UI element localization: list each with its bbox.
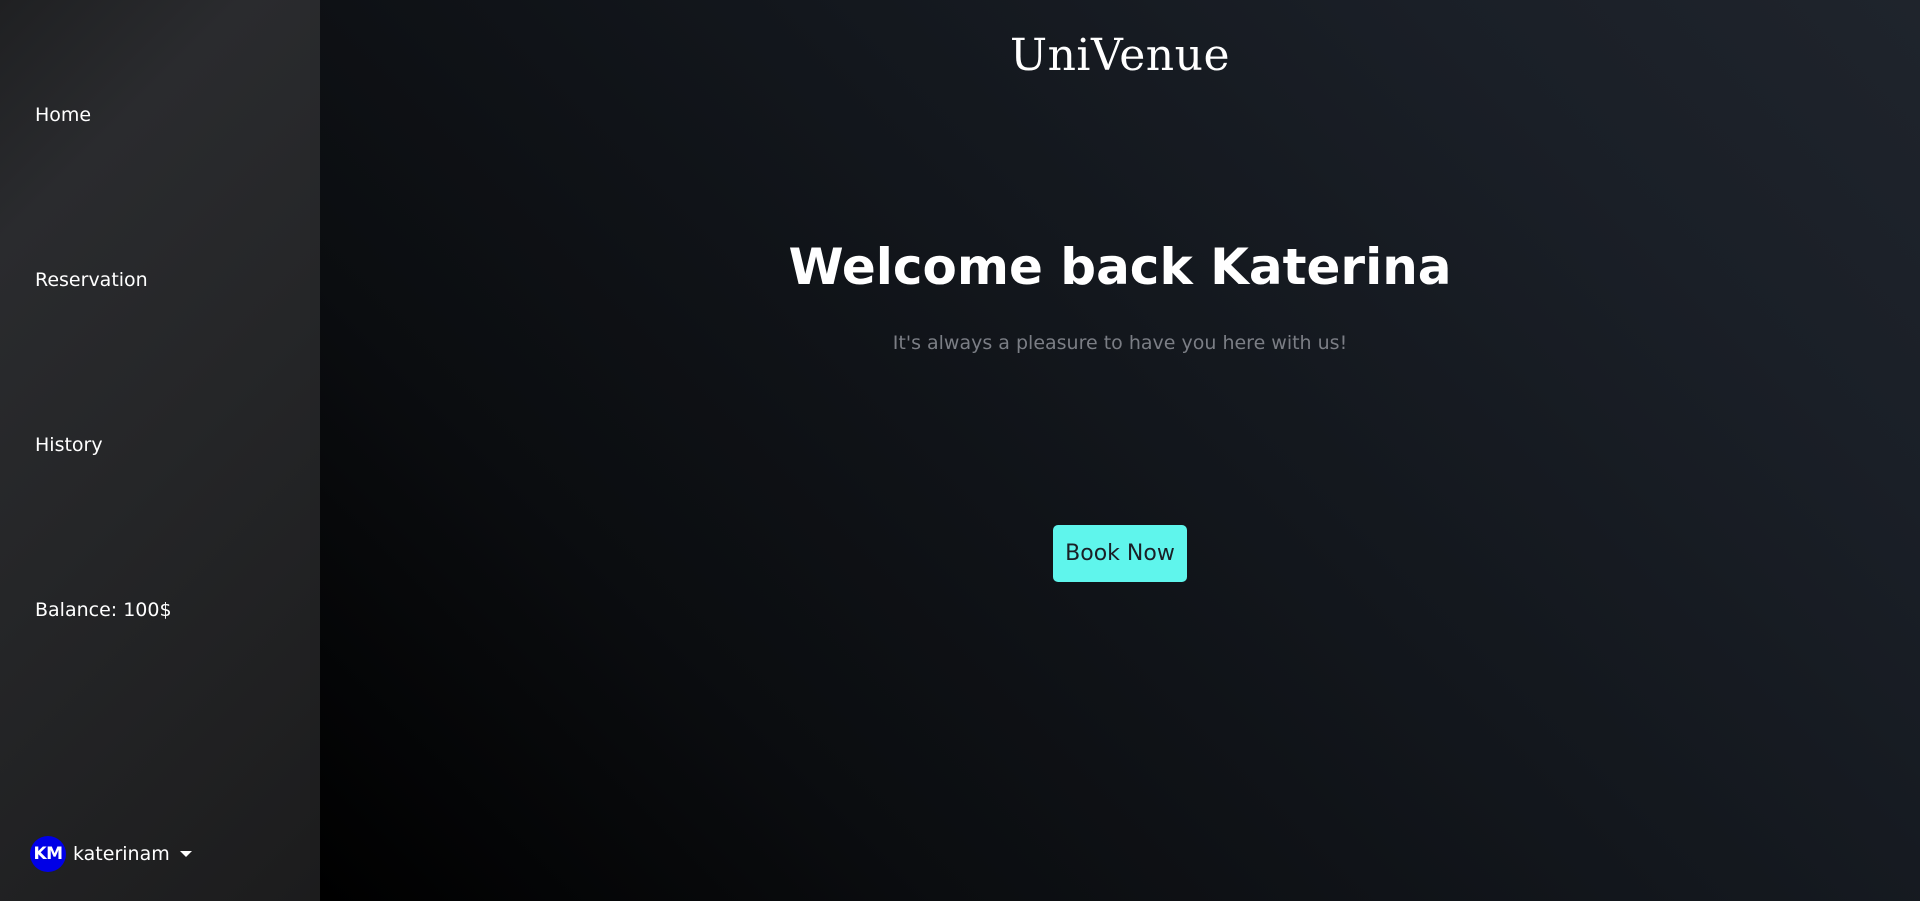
app: Home Reservation History Balance: 100$ K… bbox=[0, 0, 1920, 901]
brand-logo: UniVenue bbox=[1010, 30, 1230, 81]
sidebar: Home Reservation History Balance: 100$ K… bbox=[0, 0, 320, 901]
sidebar-item-home[interactable]: Home bbox=[35, 104, 91, 126]
welcome-subtitle: It's always a pleasure to have you here … bbox=[892, 332, 1348, 354]
book-now-button[interactable]: Book Now bbox=[1053, 525, 1187, 582]
sidebar-item-reservation[interactable]: Reservation bbox=[35, 269, 148, 291]
username-label: katerinam bbox=[73, 843, 170, 865]
balance-display: Balance: 100$ bbox=[35, 599, 172, 621]
user-menu-toggle[interactable]: KM katerinam bbox=[30, 836, 192, 872]
welcome-heading: Welcome back Katerina bbox=[788, 238, 1452, 296]
caret-down-icon bbox=[179, 851, 192, 857]
sidebar-item-history[interactable]: History bbox=[35, 434, 103, 456]
avatar: KM bbox=[30, 836, 66, 872]
main-content: UniVenue Welcome back Katerina It's alwa… bbox=[320, 0, 1920, 901]
